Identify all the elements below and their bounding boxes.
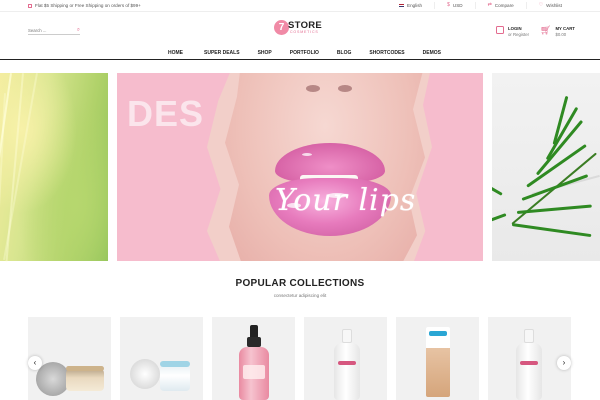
palm-leaf <box>511 223 592 238</box>
account-link[interactable]: LOGIN or Register <box>496 26 529 38</box>
lip-shine <box>302 153 312 156</box>
cart-icon: 🛒︎ <box>540 25 552 35</box>
bottle-label <box>243 365 265 379</box>
product-card[interactable] <box>304 317 387 400</box>
product-jar-top <box>160 361 190 367</box>
slide-main-banner[interactable]: DES Your lips <box>117 73 483 261</box>
language-selector[interactable]: English <box>387 2 434 9</box>
register-label[interactable]: or Register <box>508 32 529 38</box>
bottle-pump <box>342 329 352 343</box>
top-bar-links: English $ USD ⇄ Compare ♡ Wishlist <box>387 2 574 9</box>
product-card[interactable] <box>396 317 479 400</box>
slide-right-preview[interactable] <box>492 73 600 261</box>
palm-leaf <box>516 204 592 214</box>
gift-icon <box>28 3 32 8</box>
search-placeholder: Search ... <box>28 28 47 33</box>
banner-overlay-text: DES <box>127 93 205 134</box>
dollar-icon: $ <box>447 2 450 8</box>
flag-icon <box>399 3 405 8</box>
product-jar <box>66 369 104 391</box>
product-card[interactable] <box>120 317 203 400</box>
product-jar-lid <box>130 359 160 389</box>
nav-menu: HOME SUPER DEALS SHOP PORTFOLIO BLOG SHO… <box>168 50 441 56</box>
search-icon[interactable]: ⌕ <box>77 27 80 34</box>
language-label: English <box>407 3 423 8</box>
nav-item-shortcodes[interactable]: SHORTCODES <box>369 50 404 56</box>
currency-selector[interactable]: $ USD <box>434 2 474 9</box>
compare-link[interactable]: ⇄ Compare <box>474 2 526 9</box>
main-nav: HOME SUPER DEALS SHOP PORTFOLIO BLOG SHO… <box>0 46 600 60</box>
nav-item-home[interactable]: HOME <box>168 50 183 56</box>
carousel-next-button[interactable]: › <box>557 356 571 370</box>
heart-icon: ♡ <box>538 2 544 8</box>
product-jar-top <box>66 366 104 371</box>
wishlist-label: Wishlist <box>546 3 562 8</box>
bottle-label <box>338 361 356 365</box>
nav-item-super-deals[interactable]: SUPER DEALS <box>204 50 240 56</box>
logo-badge: 7 <box>274 20 289 35</box>
product-tube <box>426 327 450 397</box>
logo-tagline: COSMETICS <box>290 30 319 34</box>
cart-link[interactable]: 🛒︎ MY CART $0.00 <box>540 26 575 38</box>
bottle-label <box>520 361 538 365</box>
bottle-pump <box>524 329 534 343</box>
promo-message: Flat $5 Shipping or Free Shipping on ord… <box>28 3 141 8</box>
collections-subtitle: consectetur adipiscing elit <box>273 293 327 298</box>
banner-script-text: Your lips <box>275 183 417 218</box>
bottle-cap <box>247 337 261 347</box>
slide-left-preview[interactable] <box>0 72 108 263</box>
nostril <box>306 85 320 92</box>
nav-item-demos[interactable]: DEMOS <box>423 50 441 56</box>
site-logo[interactable]: 7 STORE COSMETICS <box>274 18 328 38</box>
cart-text: MY CART $0.00 <box>555 26 575 38</box>
site-header: Search ... ⌕ 7 STORE COSMETICS LOGIN or … <box>0 12 600 46</box>
nav-item-portfolio[interactable]: PORTFOLIO <box>290 50 319 56</box>
carousel-prev-button[interactable]: ‹ <box>28 356 42 370</box>
cart-total: $0.00 <box>555 32 567 37</box>
product-jar <box>160 365 190 391</box>
product-jar-lid <box>36 362 70 396</box>
tube-label <box>429 331 447 336</box>
compare-icon: ⇄ <box>487 2 492 8</box>
palm-leaf <box>521 174 589 201</box>
nostril <box>338 85 352 92</box>
top-bar: Flat $5 Shipping or Free Shipping on ord… <box>0 0 600 12</box>
wishlist-link[interactable]: ♡ Wishlist <box>525 2 574 9</box>
nav-item-shop[interactable]: SHOP <box>258 50 272 56</box>
collections-title: POPULAR COLLECTIONS <box>235 278 365 289</box>
product-card[interactable] <box>212 317 295 400</box>
nav-item-blog[interactable]: BLOG <box>337 50 351 56</box>
account-text: LOGIN or Register <box>508 26 529 38</box>
search-input[interactable]: Search ... ⌕ <box>28 27 80 35</box>
palm-leaf <box>492 213 507 227</box>
palm-leaf <box>492 178 503 196</box>
bottle-body <box>334 343 360 400</box>
bag-icon <box>496 26 504 34</box>
promo-text: Flat $5 Shipping or Free Shipping on ord… <box>35 3 141 8</box>
chevron-right-icon: › <box>562 358 566 367</box>
chevron-left-icon: ‹ <box>33 358 37 367</box>
currency-label: USD <box>452 3 463 8</box>
compare-label: Compare <box>494 3 514 8</box>
bottle-body <box>516 343 542 400</box>
